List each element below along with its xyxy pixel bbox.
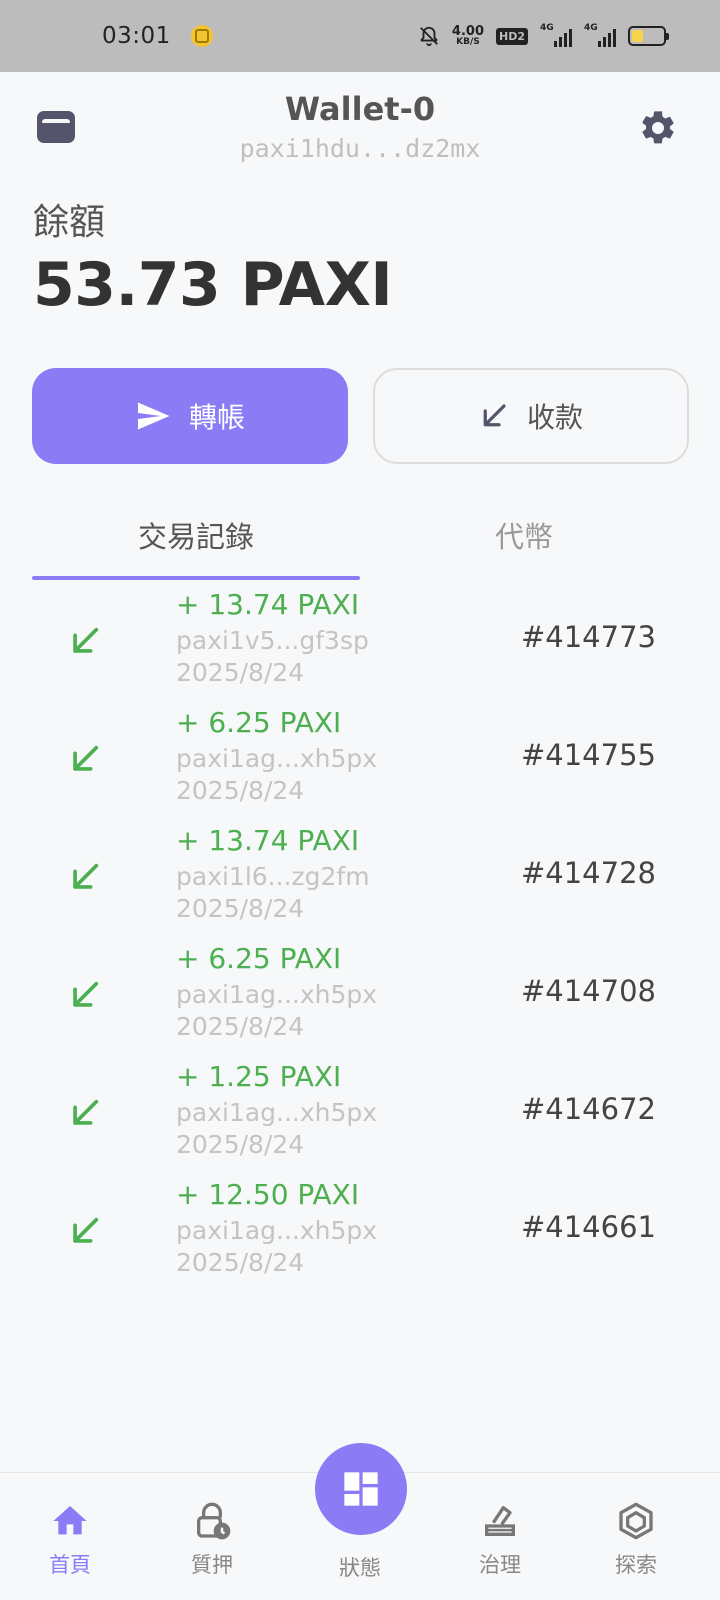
incoming-arrow-icon	[73, 1217, 99, 1243]
incoming-arrow-icon	[73, 1099, 99, 1125]
tab-history[interactable]: 交易記錄	[32, 490, 360, 580]
status-fab-button[interactable]	[315, 1443, 407, 1535]
transaction-date: 2025/8/24	[176, 658, 305, 687]
tab-tokens-label: 代幣	[494, 520, 553, 554]
cube-icon	[619, 1502, 653, 1540]
receive-button-label: 收款	[526, 401, 583, 434]
receive-button[interactable]: 收款	[373, 368, 689, 464]
transaction-block-height: #414661	[520, 1210, 656, 1244]
send-button[interactable]: 轉帳	[32, 368, 348, 464]
wallet-header: Wallet-0 paxi1hdu...dz2mx	[0, 72, 720, 182]
list-item[interactable]: + 12.50 PAXI paxi1ag...xh5px 2025/8/24 #…	[0, 1176, 720, 1294]
transaction-list: + 13.74 PAXI paxi1v5...gf3sp 2025/8/24 #…	[0, 586, 720, 1294]
transaction-amount: + 13.74 PAXI	[176, 824, 360, 857]
send-button-label: 轉帳	[188, 401, 245, 434]
transaction-date: 2025/8/24	[176, 1012, 305, 1041]
nav-label-home: 首頁	[49, 1553, 91, 1577]
nav-item-home[interactable]: 首頁	[10, 1473, 130, 1600]
transaction-date: 2025/8/24	[176, 894, 305, 923]
hd-voice-badge: HD2	[496, 27, 528, 45]
lock-clock-icon	[197, 1502, 231, 1540]
status-icons: 4.00 KB/S HD2 4G 4G	[418, 23, 669, 47]
incoming-arrow-icon	[73, 627, 99, 653]
bell-muted-icon	[420, 26, 438, 47]
send-icon	[137, 402, 170, 430]
signal-network-tag-2: 4G	[584, 23, 598, 33]
transaction-address: paxi1ag...xh5px	[176, 980, 378, 1009]
transaction-address: paxi1ag...xh5px	[176, 1216, 378, 1245]
incoming-arrow-icon	[73, 981, 99, 1007]
transaction-amount: + 6.25 PAXI	[176, 942, 342, 975]
transaction-date: 2025/8/24	[176, 1248, 305, 1277]
transaction-amount: + 12.50 PAXI	[176, 1178, 360, 1211]
signal-network-tag: 4G	[540, 23, 554, 33]
transaction-amount: + 6.25 PAXI	[176, 706, 342, 739]
network-speed-unit: KB/S	[456, 37, 480, 47]
active-tab-indicator	[32, 576, 360, 580]
battery-level-fill	[632, 30, 643, 42]
transaction-address: paxi1v5...gf3sp	[176, 626, 369, 655]
status-time: 03:01	[102, 23, 171, 49]
wallet-name[interactable]: Wallet-0	[0, 90, 720, 128]
transaction-block-height: #414672	[520, 1092, 656, 1126]
tab-history-label: 交易記錄	[137, 520, 254, 554]
dashboard-icon	[344, 1472, 378, 1506]
transaction-address: paxi1l6...zg2fm	[176, 862, 370, 891]
home-icon	[53, 1506, 87, 1535]
balance-label: 餘額	[33, 202, 106, 243]
list-item[interactable]: + 13.74 PAXI paxi1v5...gf3sp 2025/8/24 #…	[0, 586, 720, 704]
tab-tokens[interactable]: 代幣	[360, 490, 688, 580]
nav-label-explore: 探索	[615, 1553, 657, 1577]
transaction-date: 2025/8/24	[176, 1130, 305, 1159]
incoming-arrow-icon	[73, 863, 99, 889]
gear-icon[interactable]	[638, 108, 678, 148]
nav-item-governance[interactable]: 治理	[440, 1473, 560, 1600]
nav-item-explore[interactable]: 探索	[576, 1473, 696, 1600]
list-item[interactable]: + 6.25 PAXI paxi1ag...xh5px 2025/8/24 #4…	[0, 940, 720, 1058]
transaction-date: 2025/8/24	[176, 776, 305, 805]
transaction-block-height: #414708	[520, 974, 656, 1008]
arrow-down-left-icon	[483, 404, 506, 427]
transaction-address: paxi1ag...xh5px	[176, 744, 378, 773]
list-item[interactable]: + 6.25 PAXI paxi1ag...xh5px 2025/8/24 #4…	[0, 704, 720, 822]
status-bar: 03:01 4.00 KB/S HD2 4G 4G	[0, 0, 720, 72]
coin-notification-icon	[190, 25, 213, 47]
transaction-block-height: #414773	[520, 620, 656, 654]
wallet-tabs: 交易記錄 代幣	[32, 490, 688, 580]
nav-label-governance: 治理	[479, 1553, 521, 1577]
list-item[interactable]: + 13.74 PAXI paxi1l6...zg2fm 2025/8/24 #…	[0, 822, 720, 940]
nav-label-stake: 質押	[191, 1553, 233, 1577]
signal-strength-icon: 4G	[540, 23, 572, 47]
network-speed: 4.00 KB/S	[452, 25, 484, 47]
wallet-address[interactable]: paxi1hdu...dz2mx	[0, 134, 720, 163]
balance-value: 53.73 PAXI	[33, 250, 393, 320]
battery-icon	[628, 26, 669, 46]
list-item[interactable]: + 1.25 PAXI paxi1ag...xh5px 2025/8/24 #4…	[0, 1058, 720, 1176]
transaction-amount: + 13.74 PAXI	[176, 588, 360, 621]
nav-item-stake[interactable]: 質押	[152, 1473, 272, 1600]
signal-strength-icon-2: 4G	[584, 23, 616, 47]
transaction-amount: + 1.25 PAXI	[176, 1060, 342, 1093]
nav-label-status: 狀態	[339, 1556, 381, 1580]
ballot-icon	[485, 1506, 515, 1536]
transaction-block-height: #414728	[520, 856, 656, 890]
transaction-address: paxi1ag...xh5px	[176, 1098, 378, 1127]
incoming-arrow-icon	[73, 745, 99, 771]
transaction-block-height: #414755	[520, 738, 656, 772]
